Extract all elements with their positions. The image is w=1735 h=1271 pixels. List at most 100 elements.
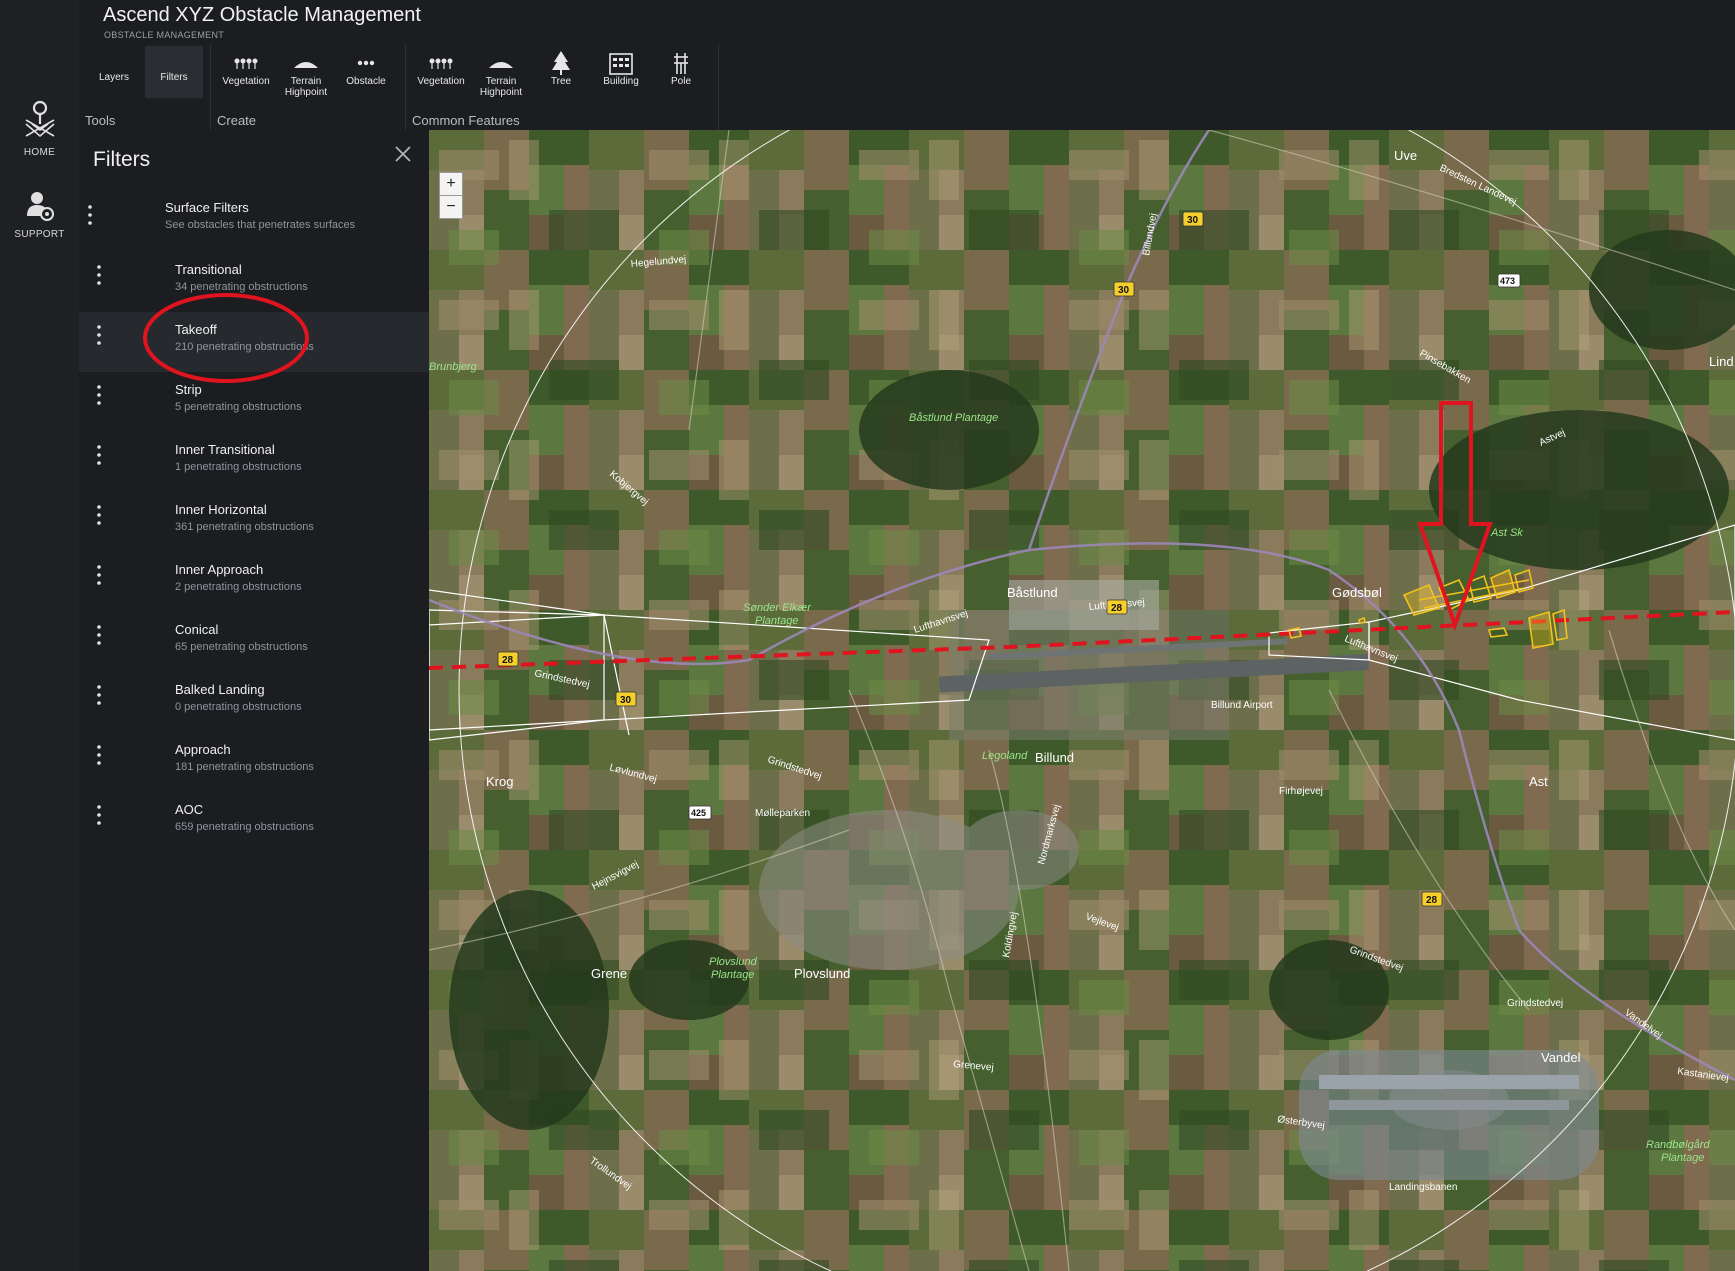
filter-name: Balked Landing [175,682,265,697]
svg-text:28: 28 [1111,603,1123,614]
common-vegetation-button[interactable]: Vegetation [412,46,470,98]
place-label: Uve [1394,148,1417,163]
home-icon [24,100,55,138]
support-button[interactable]: SUPPORT [0,190,79,240]
filter-name: Approach [175,742,231,757]
forest-label: Plantage [755,615,798,627]
more-options-icon[interactable] [94,624,104,646]
place-label: Lind [1709,354,1734,369]
filter-name: Inner Transitional [175,442,275,457]
more-options-icon[interactable] [85,204,95,226]
home-button[interactable]: HOME [0,100,79,158]
filter-row-aoc[interactable]: AOC 659 penetrating obstructions [79,792,429,852]
app-subtitle: OBSTACLE MANAGEMENT [104,30,225,40]
create-terrain-highpoint-button[interactable]: Terrain Highpoint [277,46,335,98]
forest-label: Plovslund [709,956,758,968]
satellite-map[interactable]: Uve Brunbjerg Båstlund Gødsbøl Billund A… [429,130,1735,1271]
home-label: HOME [23,147,56,158]
filter-name: Inner Approach [175,562,264,577]
filter-count: 2 penetrating obstructions [175,581,302,593]
filters-panel: Filters Surface Filters See obstacles th… [79,130,429,1271]
layers-label: Layers [98,72,129,83]
filter-count: 659 penetrating obstructions [175,821,314,833]
place-label: Brunbjerg [429,361,478,373]
filter-count: 181 penetrating obstructions [175,761,314,773]
close-icon[interactable] [391,142,415,166]
layers-tab[interactable]: Layers [85,46,143,98]
vegetation-icon [234,58,258,69]
place-label: Ast Sk [1490,527,1523,539]
common-terrain-highpoint-button[interactable]: Terrain Highpoint [472,46,530,98]
more-options-icon[interactable] [94,384,104,406]
place-label: Plovslund [794,966,850,981]
panel-title: Filters [93,148,151,171]
forest-label: Plantage [711,969,754,981]
common-features-group-label: Common Features [412,113,520,128]
common-vegetation-label: Vegetation [417,76,465,87]
common-pole-button[interactable]: Pole [652,46,710,98]
zoom-in-button[interactable]: + [439,172,463,196]
svg-text:30: 30 [1187,215,1199,226]
create-group-label: Create [217,113,257,128]
create-vegetation-button[interactable]: Vegetation [217,46,275,98]
filter-name: Conical [175,622,219,637]
common-tree-button[interactable]: Tree [532,46,590,98]
filters-label: Filters [160,72,188,83]
more-options-icon[interactable] [94,324,104,346]
common-building-button[interactable]: Building [592,46,650,98]
road-label: Firhøjevej [1279,786,1323,797]
more-options-icon[interactable] [94,264,104,286]
common-terrain-highpoint-label: Terrain Highpoint [479,76,523,98]
filters-tab[interactable]: Filters [145,46,203,98]
filter-row-conical[interactable]: Conical 65 penetrating obstructions [79,612,429,672]
ellipsis-icon [357,60,375,66]
filter-row-inner-transitional[interactable]: Inner Transitional 1 penetrating obstruc… [79,432,429,492]
place-label: Billund Airport [1211,700,1273,711]
forest-label: Randbølgård [1646,1139,1710,1151]
filter-name: Transitional [175,262,242,277]
route-shield: 30 [615,691,637,707]
filter-row-inner-horizontal[interactable]: Inner Horizontal 361 penetrating obstruc… [79,492,429,552]
surface-filters-row[interactable]: Surface Filters See obstacles that penet… [79,192,429,252]
create-group: Vegetation Terrain Highpoint Obstacle Cr… [211,44,406,130]
place-label: Gødsbøl [1332,585,1382,600]
svg-text:473: 473 [1500,276,1515,286]
pole-icon [674,53,688,74]
support-icon [26,192,54,221]
takeoff-highlight-annotation [143,293,309,383]
zoom-out-button[interactable]: − [439,195,463,219]
filter-count: 0 penetrating obstructions [175,701,302,713]
filter-row-inner-approach[interactable]: Inner Approach 2 penetrating obstruction… [79,552,429,612]
filter-row-balked-landing[interactable]: Balked Landing 0 penetrating obstruction… [79,672,429,732]
terrain-highpoint-icon [294,62,318,68]
more-options-icon[interactable] [94,744,104,766]
svg-text:28: 28 [1426,895,1438,906]
filter-row-approach[interactable]: Approach 181 penetrating obstructions [79,732,429,792]
more-options-icon[interactable] [94,504,104,526]
common-pole-label: Pole [670,76,691,87]
route-shield: 30 [1113,281,1135,297]
filter-count: 5 penetrating obstructions [175,401,302,413]
create-obstacle-label: Obstacle [346,76,386,87]
svg-text:28: 28 [502,655,514,666]
route-shield: 28 [1106,599,1128,615]
common-tree-label: Tree [550,76,572,87]
more-options-icon[interactable] [94,444,104,466]
top-ribbon: Ascend XYZ Obstacle Management OBSTACLE … [79,0,1735,130]
map-view[interactable]: Uve Brunbjerg Båstlund Gødsbøl Billund A… [429,130,1735,1271]
more-options-icon[interactable] [94,684,104,706]
vegetation-icon [429,58,453,69]
create-vegetation-label: Vegetation [222,76,270,87]
more-options-icon[interactable] [94,564,104,586]
filter-count: 361 penetrating obstructions [175,521,314,533]
surface-filters-title: Surface Filters [165,200,249,215]
create-obstacle-button[interactable]: Obstacle [337,46,395,98]
filter-name: Inner Horizontal [175,502,267,517]
place-label: Landingsbanen [1389,1182,1457,1193]
more-options-icon[interactable] [94,804,104,826]
svg-text:30: 30 [620,695,632,706]
filter-name: AOC [175,802,204,817]
route-shield: 30 [1182,211,1204,227]
route-shield: 28 [497,651,519,667]
terrain-highpoint-icon [489,62,513,68]
